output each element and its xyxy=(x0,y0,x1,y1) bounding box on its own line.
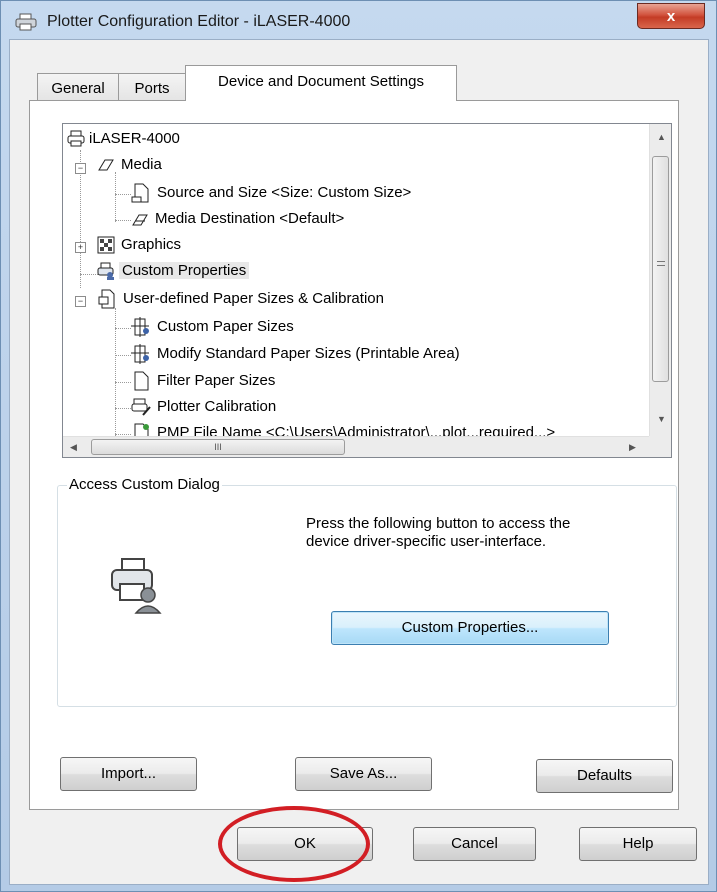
tree-expander-user-defined[interactable]: − xyxy=(75,296,86,307)
plotter-config-window: Plotter Configuration Editor - iLASER-40… xyxy=(0,0,717,892)
tree-label: Modify Standard Paper Sizes (Printable A… xyxy=(157,345,460,362)
custom-properties-button[interactable]: Custom Properties... xyxy=(331,611,609,645)
import-button[interactable]: Import... xyxy=(60,757,197,791)
tree-label: Custom Properties xyxy=(119,262,250,279)
printer-user-icon xyxy=(111,558,162,614)
tree-line xyxy=(115,408,131,409)
settings-tree[interactable]: iLASER-4000 − Media Source and Size <Siz… xyxy=(62,123,672,458)
vertical-scroll-thumb[interactable] xyxy=(652,156,669,382)
paper-size-icon xyxy=(131,344,149,364)
paper-size-icon xyxy=(131,317,149,337)
scroll-down-arrow-icon[interactable]: ▼ xyxy=(657,414,666,424)
tree-label: Graphics xyxy=(121,236,182,253)
tree-horizontal-scrollbar[interactable]: ◀ III ▶ xyxy=(63,436,649,457)
page-icon xyxy=(131,183,149,203)
tree-label: Filter Paper Sizes xyxy=(157,372,276,389)
tree-node-modify-standard-paper[interactable]: Modify Standard Paper Sizes (Printable A… xyxy=(131,343,460,365)
tree-label: Custom Paper Sizes xyxy=(157,318,294,335)
tree-expander-graphics[interactable]: + xyxy=(75,242,86,253)
tree-line xyxy=(80,274,98,275)
tree-node-media-destination[interactable]: Media Destination <Default> xyxy=(131,208,344,230)
tree-node-custom-paper-sizes[interactable]: Custom Paper Sizes xyxy=(131,316,294,338)
printer-icon xyxy=(15,13,37,31)
help-button[interactable]: Help xyxy=(579,827,697,861)
tree-node-plotter-calibration[interactable]: Plotter Calibration xyxy=(131,396,276,418)
defaults-button[interactable]: Defaults xyxy=(536,759,673,793)
tree-label: User-defined Paper Sizes & Calibration xyxy=(123,290,384,307)
tree-label: Media xyxy=(121,156,162,173)
tree-label: Plotter Calibration xyxy=(157,398,277,415)
cancel-button[interactable]: Cancel xyxy=(413,827,536,861)
media-destination-icon xyxy=(132,214,148,226)
tree-line xyxy=(115,434,131,435)
paper-stack-icon xyxy=(98,289,115,309)
tree-vertical-scrollbar[interactable]: ▲ ▼ xyxy=(649,124,671,436)
grip-icon xyxy=(657,261,665,266)
tree-node-source-size[interactable]: Source and Size <Size: Custom Size> xyxy=(131,182,411,204)
tab-ports[interactable]: Ports xyxy=(118,73,186,103)
tree-label: Media Destination <Default> xyxy=(155,210,345,227)
tree-node-custom-properties[interactable]: Custom Properties xyxy=(97,260,250,282)
blank-page-icon xyxy=(134,371,149,391)
tree-node-graphics[interactable]: Graphics xyxy=(97,234,181,256)
title-bar[interactable]: Plotter Configuration Editor - iLASER-40… xyxy=(1,1,716,41)
description-line: device driver-specific user-interface. xyxy=(306,533,547,550)
custom-properties-icon xyxy=(97,262,114,280)
description-line: Press the following button to access the xyxy=(306,515,571,532)
tree-node-user-defined-paper[interactable]: User-defined Paper Sizes & Calibration xyxy=(97,288,384,310)
tree-label: iLASER-4000 xyxy=(89,130,180,147)
scroll-up-arrow-icon[interactable]: ▲ xyxy=(657,132,666,142)
save-as-button[interactable]: Save As... xyxy=(295,757,432,791)
graphics-icon xyxy=(97,236,115,254)
group-label: Access Custom Dialog xyxy=(67,476,222,493)
scroll-right-arrow-icon[interactable]: ▶ xyxy=(629,442,636,453)
tree-node-filter-paper-sizes[interactable]: Filter Paper Sizes xyxy=(131,370,275,392)
tree-line xyxy=(115,172,116,222)
calibration-icon xyxy=(131,398,151,416)
tab-general[interactable]: General xyxy=(37,73,119,103)
tree-line xyxy=(115,382,131,383)
group-description: Press the following button to access the… xyxy=(306,515,570,551)
tree-line xyxy=(115,355,131,356)
close-button[interactable]: x xyxy=(637,3,705,29)
tree-line xyxy=(115,194,131,195)
horizontal-scroll-thumb[interactable]: III xyxy=(91,439,345,455)
printer-icon xyxy=(67,130,85,147)
media-icon xyxy=(98,159,114,171)
ok-highlight-circle xyxy=(218,806,370,882)
tree-line xyxy=(115,328,131,329)
scroll-left-arrow-icon[interactable]: ◀ xyxy=(70,442,77,453)
tree-line xyxy=(115,220,131,221)
scrollbar-corner xyxy=(649,436,671,457)
tree-node-root[interactable]: iLASER-4000 xyxy=(67,128,180,150)
tree-expander-media[interactable]: − xyxy=(75,163,86,174)
tree-node-media[interactable]: Media xyxy=(97,154,162,176)
tab-device-document-settings[interactable]: Device and Document Settings xyxy=(185,65,457,101)
tree-label: Source and Size <Size: Custom Size> xyxy=(157,184,412,201)
window-title: Plotter Configuration Editor - iLASER-40… xyxy=(47,13,351,30)
